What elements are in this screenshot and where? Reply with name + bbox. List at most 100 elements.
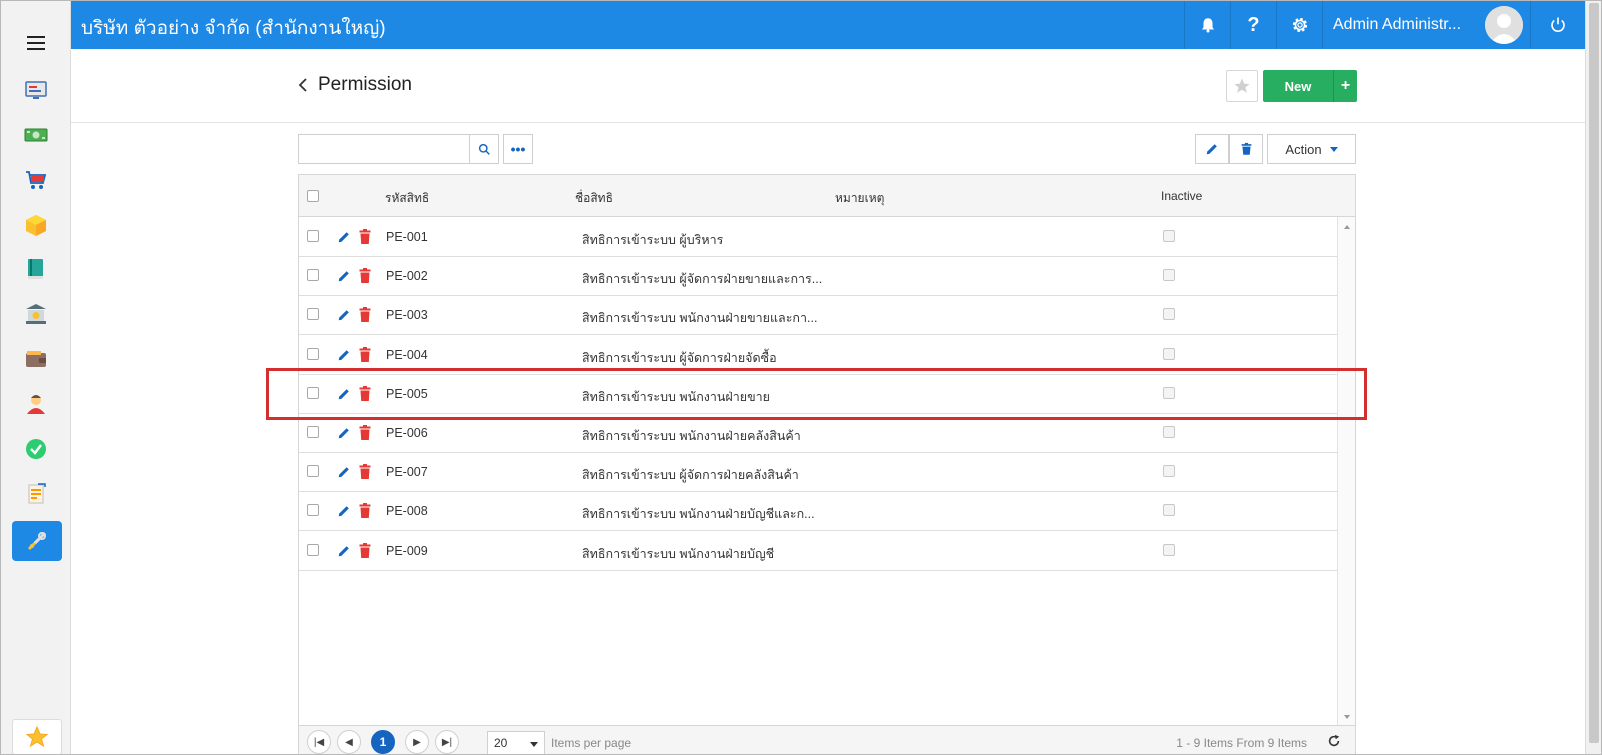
- window-scrollbar[interactable]: [1585, 1, 1601, 754]
- page-number-button[interactable]: 1: [371, 730, 395, 754]
- avatar[interactable]: [1485, 6, 1523, 44]
- help-question-icon[interactable]: ?: [1230, 1, 1276, 49]
- row-code: PE-002: [386, 269, 428, 284]
- bank-icon[interactable]: [22, 300, 50, 328]
- select-all-checkbox[interactable]: [307, 190, 319, 202]
- items-per-page-label: Items per page: [551, 736, 632, 750]
- column-header-name[interactable]: ชื่อสิทธิ: [575, 189, 613, 208]
- cart-icon[interactable]: [22, 166, 50, 194]
- row-inactive-checkbox[interactable]: [1163, 308, 1175, 321]
- user-menu[interactable]: Admin Administr...: [1322, 1, 1530, 49]
- book-icon[interactable]: [22, 255, 50, 283]
- table-row[interactable]: PE-003 สิทธิการเข้าระบบ พนักงานฝ่ายขายและ…: [299, 295, 1337, 336]
- company-name: บริษัท ตัวอย่าง จำกัด (สำนักงานใหญ่): [81, 18, 386, 39]
- row-inactive-checkbox[interactable]: [1163, 230, 1175, 242]
- pencil-icon[interactable]: [337, 465, 351, 479]
- settings-gear-icon[interactable]: [1276, 1, 1322, 49]
- pencil-icon[interactable]: [337, 387, 351, 401]
- row-checkbox[interactable]: [307, 543, 319, 556]
- row-inactive-checkbox[interactable]: [1163, 386, 1175, 399]
- row-name: สิทธิการเข้าระบบ พนักงานฝ่ายขาย: [582, 389, 770, 404]
- new-button[interactable]: New: [1263, 70, 1333, 102]
- wallet-icon[interactable]: [22, 345, 50, 373]
- row-checkbox[interactable]: [307, 465, 319, 478]
- first-page-button[interactable]: |◀: [307, 730, 331, 754]
- pencil-icon[interactable]: [337, 504, 351, 518]
- pencil-icon[interactable]: [337, 269, 351, 283]
- row-inactive-checkbox[interactable]: [1163, 543, 1175, 556]
- check-icon[interactable]: [22, 435, 50, 463]
- pencil-icon[interactable]: [337, 230, 351, 244]
- trash-icon[interactable]: [359, 425, 371, 440]
- user-icon[interactable]: [22, 390, 50, 418]
- pencil-icon[interactable]: [337, 544, 351, 558]
- settings-tools-icon[interactable]: [12, 521, 62, 561]
- pencil-icon[interactable]: [337, 426, 351, 440]
- search-input[interactable]: [298, 134, 470, 164]
- trash-icon[interactable]: [359, 229, 371, 244]
- action-dropdown[interactable]: Action: [1267, 134, 1356, 164]
- trash-icon[interactable]: [359, 268, 371, 284]
- notification-bell-icon[interactable]: [1184, 1, 1230, 49]
- row-checkbox[interactable]: [307, 230, 319, 242]
- trash-icon[interactable]: [359, 307, 371, 323]
- power-icon[interactable]: [1530, 1, 1585, 49]
- grid-scrollbar[interactable]: [1337, 217, 1355, 725]
- pencil-icon[interactable]: [337, 308, 351, 322]
- star-icon: [1234, 78, 1250, 93]
- table-row[interactable]: PE-005 สิทธิการเข้าระบบ พนักงานฝ่ายขาย: [299, 374, 1337, 414]
- page-header: Permission New +: [71, 49, 1585, 123]
- left-sidebar: [1, 1, 71, 755]
- favorite-button[interactable]: [1226, 70, 1258, 102]
- pencil-icon[interactable]: [337, 348, 351, 362]
- row-checkbox[interactable]: [307, 308, 319, 321]
- box-icon[interactable]: [22, 211, 50, 239]
- row-name: สิทธิการเข้าระบบ ผู้จัดการฝ่ายขายและการ.…: [582, 272, 823, 287]
- grid-header: รหัสสิทธิ ชื่อสิทธิ หมายเหตุ Inactive: [299, 175, 1355, 217]
- prev-page-button[interactable]: ◀: [337, 730, 361, 754]
- edit-button[interactable]: [1195, 134, 1229, 164]
- row-inactive-checkbox[interactable]: [1163, 347, 1175, 360]
- row-checkbox[interactable]: [307, 347, 319, 360]
- table-row[interactable]: PE-009 สิทธิการเข้าระบบ พนักงานฝ่ายบัญชี: [299, 531, 1337, 571]
- refresh-icon[interactable]: [1327, 734, 1341, 748]
- row-checkbox[interactable]: [307, 386, 319, 399]
- trash-icon[interactable]: [359, 542, 371, 558]
- row-name: สิทธิการเข้าระบบ ผู้จัดการฝ่ายคลังสินค้า: [582, 468, 799, 483]
- table-row[interactable]: PE-004 สิทธิการเข้าระบบ ผู้จัดการฝ่ายจัดซ…: [299, 335, 1337, 375]
- money-icon[interactable]: [22, 121, 50, 149]
- pager-info: 1 - 9 Items From 9 Items: [1176, 736, 1307, 750]
- search-button[interactable]: [469, 134, 499, 164]
- column-header-remark[interactable]: หมายเหตุ: [835, 189, 884, 208]
- trash-icon[interactable]: [359, 346, 371, 362]
- favorites-star-icon[interactable]: [12, 719, 62, 755]
- table-row[interactable]: PE-001 สิทธิการเข้าระบบ ผู้บริหาร: [299, 217, 1337, 257]
- column-header-code[interactable]: รหัสสิทธิ: [385, 189, 429, 208]
- row-inactive-checkbox[interactable]: [1163, 504, 1175, 517]
- back-arrow-icon[interactable]: [296, 77, 310, 93]
- last-page-button[interactable]: ▶|: [435, 730, 459, 754]
- table-row[interactable]: PE-002 สิทธิการเข้าระบบ ผู้จัดการฝ่ายขายแ…: [299, 256, 1337, 297]
- trash-icon[interactable]: [359, 464, 371, 480]
- table-row[interactable]: PE-008 สิทธิการเข้าระบบ พนักงานฝ่ายบัญชีแ…: [299, 491, 1337, 532]
- row-inactive-checkbox[interactable]: [1163, 426, 1175, 438]
- new-dropdown-plus-button[interactable]: +: [1333, 70, 1357, 102]
- column-header-inactive[interactable]: Inactive: [1161, 189, 1202, 203]
- delete-button[interactable]: [1229, 134, 1263, 164]
- row-checkbox[interactable]: [307, 269, 319, 282]
- row-inactive-checkbox[interactable]: [1163, 269, 1175, 282]
- next-page-button[interactable]: ▶: [405, 730, 429, 754]
- row-checkbox[interactable]: [307, 504, 319, 517]
- trash-icon[interactable]: [359, 503, 371, 519]
- page-size-select[interactable]: 20: [487, 731, 545, 755]
- row-name: สิทธิการเข้าระบบ พนักงานฝ่ายขายและกา...: [582, 311, 818, 326]
- more-options-button[interactable]: •••: [503, 134, 533, 164]
- row-inactive-checkbox[interactable]: [1163, 465, 1175, 478]
- trash-icon[interactable]: [359, 385, 371, 401]
- hamburger-menu-icon[interactable]: [27, 36, 45, 50]
- row-checkbox[interactable]: [307, 426, 319, 438]
- table-row[interactable]: PE-007 สิทธิการเข้าระบบ ผู้จัดการฝ่ายคลัง…: [299, 452, 1337, 493]
- table-row[interactable]: PE-006 สิทธิการเข้าระบบ พนักงานฝ่ายคลังสิ…: [299, 413, 1337, 453]
- report-icon[interactable]: [22, 480, 50, 508]
- dashboard-icon[interactable]: [22, 76, 50, 104]
